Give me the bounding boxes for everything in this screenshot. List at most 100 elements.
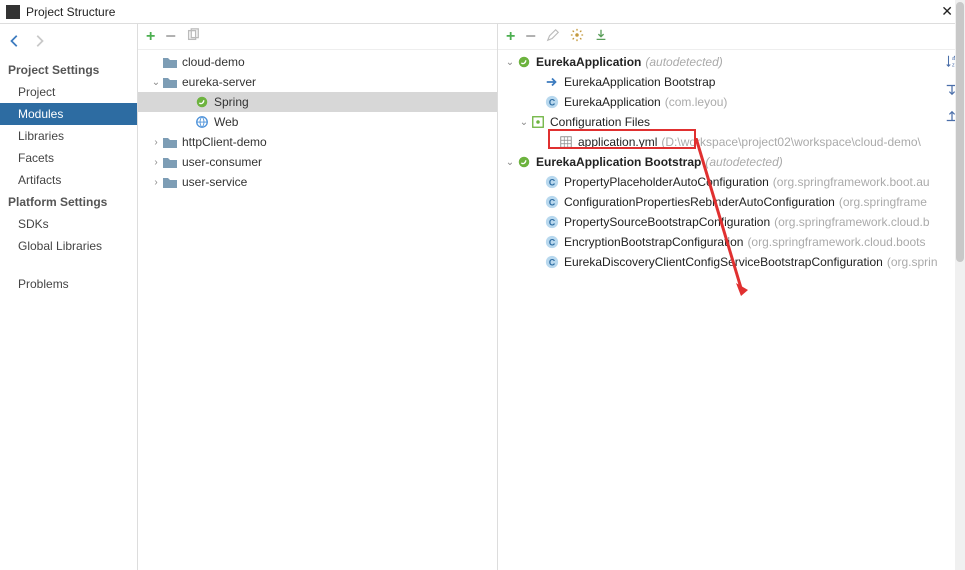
c-blue-icon: C [544,194,560,210]
detail-tree[interactable]: az ⌄EurekaApplication(autodetected)Eurek… [498,50,965,570]
detail-row[interactable]: C EurekaApplication (com.leyou) [498,92,965,112]
spring-icon [194,94,210,110]
forward-button[interactable] [32,34,46,51]
folder-icon [162,54,178,70]
twist-icon[interactable]: › [150,157,162,168]
detail-hint: (com.leyou) [665,95,728,109]
detail-hint: (org.springframework.boot.au [773,175,930,189]
detail-row[interactable]: CEurekaDiscoveryClientConfigServiceBoots… [498,252,965,272]
sidebar-item-modules[interactable]: Modules [0,103,137,125]
module-cloud-demo[interactable]: cloud-demo [138,52,497,72]
detail-hint: (autodetected) [645,55,722,69]
sidebar: Project Settings ProjectModulesLibraries… [0,24,138,570]
detail-row[interactable]: C EncryptionBootstrapConfiguration (org.sp… [498,232,965,252]
detail-panel: + − az ⌄EurekaApplication(autodetected)E… [498,24,965,570]
twist-icon[interactable]: › [150,177,162,188]
folder-icon [162,174,178,190]
spring-icon [516,54,532,70]
add-module-button[interactable]: + [146,28,155,46]
detail-row[interactable]: application.yml (D:\workspace\project02\w… [498,132,965,152]
settings-button[interactable] [570,28,584,45]
edit-button[interactable] [546,28,560,45]
tree-label: user-consumer [182,155,262,169]
download-button[interactable] [594,28,608,45]
svg-text:C: C [549,218,556,228]
c-blue-icon: C [544,214,560,230]
tree-label: httpClient-demo [182,135,267,149]
twist-icon[interactable]: ⌄ [518,117,530,128]
c-blue-icon: C [544,254,560,270]
module-httpclient-demo[interactable]: › httpClient-demo [138,132,497,152]
detail-label: EurekaApplication [536,55,641,69]
detail-row[interactable]: ⌄ EurekaApplication (autodetected) [498,52,965,72]
web-icon [194,114,210,130]
detail-label: PropertySourceBootstrapConfiguration [564,215,770,229]
detail-hint: (org.springframework.cloud.b [774,215,929,229]
detail-hint: (D:\workspace\project02\workspace\cloud-… [661,135,920,149]
sidebar-item-libraries[interactable]: Libraries [0,125,137,147]
twist-icon[interactable]: ⌄ [504,57,516,68]
add-button[interactable]: + [506,28,515,46]
tree-label: Web [214,115,238,129]
spring-icon [516,154,532,170]
detail-label: EncryptionBootstrapConfiguration [564,235,743,249]
tree-label: Spring [214,95,249,109]
detail-row[interactable]: C PropertyPlaceholderAutoConfiguration (or… [498,172,965,192]
detail-hint: (org.springframework.cloud.boots [747,235,925,249]
sidebar-item-sdks[interactable]: SDKs [0,213,137,235]
scrollbar[interactable] [955,0,965,570]
svg-text:C: C [549,258,556,268]
detail-label: PropertyPlaceholderAutoConfiguration [564,175,769,189]
scrollbar-thumb[interactable] [956,2,964,262]
back-button[interactable] [8,34,22,51]
config-icon [530,114,546,130]
sidebar-item-facets[interactable]: Facets [0,147,137,169]
svg-text:C: C [549,238,556,248]
folder-icon [162,134,178,150]
c-blue-icon: C [544,94,560,110]
module-spring[interactable]: Spring [138,92,497,112]
module-user-consumer[interactable]: › user-consumer [138,152,497,172]
grid-icon [558,134,574,150]
arrow-blue-icon [544,74,560,90]
module-eureka-server[interactable]: ⌄ eureka-server [138,72,497,92]
remove-module-button[interactable]: − [165,26,176,47]
twist-icon[interactable]: ⌄ [150,77,162,88]
tree-label: cloud-demo [182,55,245,69]
detail-hint: (org.springframe [839,195,927,209]
c-blue-icon: C [544,234,560,250]
detail-label: Configuration Files [550,115,650,129]
sidebar-item-problems[interactable]: Problems [0,273,137,295]
window-title: Project Structure [26,5,935,19]
modules-tree[interactable]: cloud-demo ⌄ eureka-server Spring Web › httpCl… [138,50,497,570]
detail-hint: (autodetected) [705,155,782,169]
app-icon [6,5,20,19]
module-web[interactable]: Web [138,112,497,132]
detail-row[interactable]: EurekaApplication Bootstrap [498,72,965,92]
detail-label: ConfigurationPropertiesRebinderAutoConfi… [564,195,835,209]
detail-row[interactable]: ⌄EurekaApplication Bootstrap(autodetecte… [498,152,965,172]
modules-toolbar: + − [138,24,497,50]
remove-button[interactable]: − [525,26,536,47]
detail-toolbar: + − [498,24,965,50]
detail-row[interactable]: C PropertySourceBootstrapConfiguration (or… [498,212,965,232]
copy-module-button[interactable] [186,28,200,45]
sidebar-item-project[interactable]: Project [0,81,137,103]
detail-row[interactable]: ⌄ Configuration Files [498,112,965,132]
detail-label: application.yml [578,135,657,149]
detail-label: EurekaApplication Bootstrap [564,75,715,89]
twist-icon[interactable]: ⌄ [504,157,516,168]
twist-icon[interactable]: › [150,137,162,148]
detail-row[interactable]: C ConfigurationPropertiesRebinderAutoConf… [498,192,965,212]
detail-label: EurekaApplication [564,95,661,109]
detail-hint: (org.sprin [887,255,938,269]
folder-icon [162,74,178,90]
tree-label: eureka-server [182,75,256,89]
svg-text:C: C [549,178,556,188]
module-user-service[interactable]: ›user-service [138,172,497,192]
c-blue-icon: C [544,174,560,190]
nav-arrows [0,32,137,59]
section-platform-settings: Platform Settings [0,191,137,213]
sidebar-item-global-libraries[interactable]: Global Libraries [0,235,137,257]
sidebar-item-artifacts[interactable]: Artifacts [0,169,137,191]
